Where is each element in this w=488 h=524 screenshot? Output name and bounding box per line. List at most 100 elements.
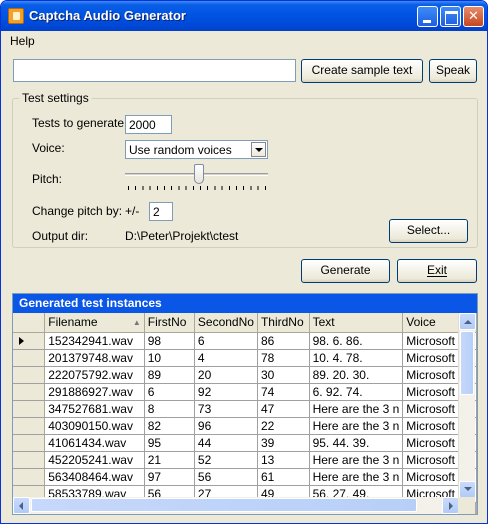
pitch-slider-thumb[interactable]: [194, 164, 204, 184]
cell-secondno[interactable]: 4: [194, 349, 258, 367]
row-header-corner: [13, 313, 46, 333]
tests-to-generate-input[interactable]: [125, 115, 172, 134]
row-header[interactable]: [13, 366, 46, 384]
cell-filename[interactable]: 347527681.wav: [44, 400, 145, 418]
table-row[interactable]: 452205241.wav 21 52 13 Here are the 3 n Micro…: [13, 451, 477, 469]
scroll-right-icon[interactable]: [442, 497, 459, 514]
cell-firstno[interactable]: 8: [144, 400, 195, 418]
cell-filename[interactable]: 41061434.wav: [44, 434, 145, 452]
cell-secondno[interactable]: 73: [194, 400, 258, 418]
column-header-secondno[interactable]: SecondNo: [194, 313, 258, 333]
maximize-button[interactable]: [440, 6, 461, 27]
speak-button[interactable]: Speak: [429, 59, 477, 83]
cell-text[interactable]: 6. 92. 74.: [309, 383, 404, 401]
table-row[interactable]: 152342941.wav 98 6 86 98. 6. 86. Microsoft Sa: [13, 332, 477, 350]
cell-thirdno[interactable]: 13: [257, 451, 310, 469]
chevron-down-icon[interactable]: [251, 142, 266, 157]
cell-filename[interactable]: 201379748.wav: [44, 349, 145, 367]
cell-filename[interactable]: 152342941.wav: [44, 332, 145, 350]
grid-table: Filename ▲ FirstNo SecondNo ThirdNo Text …: [13, 313, 477, 503]
cell-secondno[interactable]: 92: [194, 383, 258, 401]
cell-thirdno[interactable]: 39: [257, 434, 310, 452]
cell-firstno[interactable]: 6: [144, 383, 195, 401]
menu-bar: Help: [1, 31, 487, 51]
horizontal-scrollbar[interactable]: [13, 497, 460, 514]
column-header-label: Filename: [48, 315, 98, 330]
title-bar[interactable]: Captcha Audio Generator ✕: [1, 1, 487, 31]
column-header-thirdno[interactable]: ThirdNo: [257, 313, 310, 333]
cell-text[interactable]: 10. 4. 78.: [309, 349, 404, 367]
row-header[interactable]: [13, 451, 46, 469]
vertical-scroll-thumb[interactable]: [460, 331, 474, 395]
cell-thirdno[interactable]: 22: [257, 417, 310, 435]
voice-select[interactable]: Use random voices: [125, 140, 268, 159]
scroll-down-icon[interactable]: [459, 481, 476, 498]
column-header-text[interactable]: Text: [309, 313, 404, 333]
column-header-firstno[interactable]: FirstNo: [144, 313, 195, 333]
scroll-left-icon[interactable]: [13, 497, 30, 514]
table-row[interactable]: 403090150.wav 82 96 22 Here are the 3 n Micro…: [13, 417, 477, 435]
cell-firstno[interactable]: 89: [144, 366, 195, 384]
voice-label: Voice:: [32, 141, 65, 155]
cell-thirdno[interactable]: 47: [257, 400, 310, 418]
scroll-up-icon[interactable]: [459, 313, 476, 330]
row-header[interactable]: [13, 434, 46, 452]
cell-thirdno[interactable]: 78: [257, 349, 310, 367]
sample-text-input[interactable]: [13, 59, 296, 82]
row-header[interactable]: [13, 332, 46, 350]
cell-filename[interactable]: 403090150.wav: [44, 417, 145, 435]
column-header-filename[interactable]: Filename ▲: [44, 313, 145, 333]
cell-firstno[interactable]: 21: [144, 451, 195, 469]
grid-caption: Generated test instances: [13, 294, 477, 313]
row-header[interactable]: [13, 468, 46, 486]
cell-secondno[interactable]: 20: [194, 366, 258, 384]
row-header[interactable]: [13, 383, 46, 401]
menu-help[interactable]: Help: [10, 34, 35, 48]
cell-firstno[interactable]: 82: [144, 417, 195, 435]
cell-filename[interactable]: 291886927.wav: [44, 383, 145, 401]
cell-secondno[interactable]: 96: [194, 417, 258, 435]
generate-button[interactable]: Generate: [301, 259, 390, 283]
vertical-scrollbar[interactable]: [458, 313, 476, 499]
cell-firstno[interactable]: 97: [144, 468, 195, 486]
table-row[interactable]: 347527681.wav 8 73 47 Here are the 3 n Micros…: [13, 400, 477, 418]
cell-filename[interactable]: 222075792.wav: [44, 366, 145, 384]
cell-thirdno[interactable]: 74: [257, 383, 310, 401]
table-row[interactable]: 41061434.wav 95 44 39 95. 44. 39. Microsoft S…: [13, 434, 477, 452]
cell-secondno[interactable]: 6: [194, 332, 258, 350]
cell-text[interactable]: 89. 20. 30.: [309, 366, 404, 384]
row-header[interactable]: [13, 349, 46, 367]
table-row[interactable]: 291886927.wav 6 92 74 6. 92. 74. Microsoft M: [13, 383, 477, 401]
pitch-change-input[interactable]: [149, 202, 173, 221]
minimize-button[interactable]: [417, 6, 438, 27]
app-window: Captcha Audio Generator ✕ Help Create sa…: [0, 0, 488, 524]
cell-secondno[interactable]: 52: [194, 451, 258, 469]
cell-filename[interactable]: 563408464.wav: [44, 468, 145, 486]
create-sample-text-button[interactable]: Create sample text: [301, 59, 423, 83]
horizontal-scroll-thumb[interactable]: [31, 498, 417, 512]
cell-text[interactable]: Here are the 3 n: [309, 451, 404, 469]
cell-thirdno[interactable]: 30: [257, 366, 310, 384]
cell-firstno[interactable]: 98: [144, 332, 195, 350]
cell-text[interactable]: 98. 6. 86.: [309, 332, 404, 350]
table-row[interactable]: 563408464.wav 97 56 61 Here are the 3 n Micro…: [13, 468, 477, 486]
cell-secondno[interactable]: 56: [194, 468, 258, 486]
cell-text[interactable]: 95. 44. 39.: [309, 434, 404, 452]
row-header[interactable]: [13, 400, 46, 418]
close-button[interactable]: ✕: [463, 6, 484, 27]
cell-text[interactable]: Here are the 3 n: [309, 468, 404, 486]
cell-firstno[interactable]: 95: [144, 434, 195, 452]
row-header[interactable]: [13, 417, 46, 435]
exit-button[interactable]: Exit: [397, 259, 477, 283]
cell-text[interactable]: Here are the 3 n: [309, 417, 404, 435]
table-row[interactable]: 201379748.wav 10 4 78 10. 4. 78. Microsoft M: [13, 349, 477, 367]
cell-thirdno[interactable]: 61: [257, 468, 310, 486]
sort-ascending-icon: ▲: [132, 318, 141, 328]
cell-secondno[interactable]: 44: [194, 434, 258, 452]
cell-firstno[interactable]: 10: [144, 349, 195, 367]
cell-filename[interactable]: 452205241.wav: [44, 451, 145, 469]
cell-text[interactable]: Here are the 3 n: [309, 400, 404, 418]
table-row[interactable]: 222075792.wav 89 20 30 89. 20. 30. Microsoft …: [13, 366, 477, 384]
cell-thirdno[interactable]: 86: [257, 332, 310, 350]
select-output-button[interactable]: Select...: [389, 219, 468, 243]
